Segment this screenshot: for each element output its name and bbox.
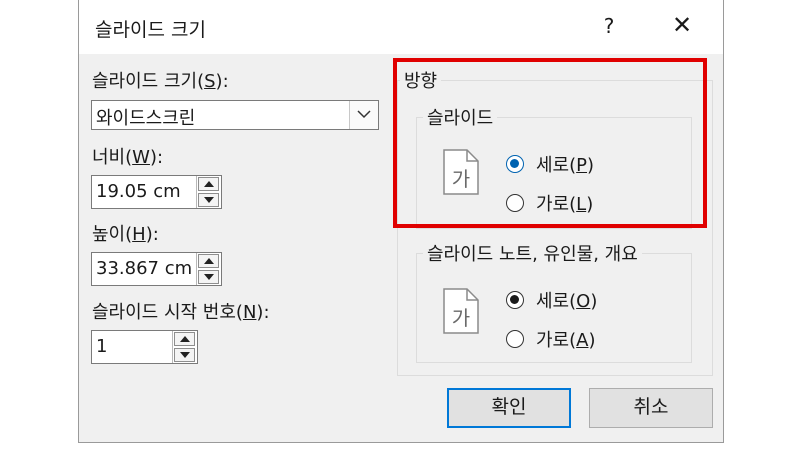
width-decrement-button[interactable] (198, 193, 219, 207)
cancel-button[interactable]: 취소 (589, 388, 713, 428)
notes-landscape-label[interactable]: 가로(A) (536, 326, 596, 352)
close-button[interactable]: ✕ (670, 13, 694, 38)
svg-text:가: 가 (452, 306, 470, 330)
chevron-down-icon[interactable] (349, 101, 378, 129)
portrait-page-icon: 가 (443, 288, 479, 334)
help-button[interactable]: ? (599, 14, 619, 38)
ok-button[interactable]: 확인 (447, 388, 571, 428)
height-spinner (196, 253, 221, 285)
notes-landscape-radio[interactable] (506, 330, 524, 348)
width-input[interactable]: 19.05 cm (91, 175, 222, 209)
dialog-title: 슬라이드 크기 (95, 19, 206, 41)
highlight-box (393, 58, 707, 228)
height-value: 33.867 cm (96, 258, 193, 279)
title-bar: 슬라이드 크기 ? ✕ (79, 0, 723, 54)
height-decrement-button[interactable] (198, 270, 219, 284)
slide-size-label: 슬라이드 크기(S): (92, 71, 229, 92)
notes-orientation-group: 슬라이드 노트, 유인물, 개요 가 세로(O) 가로(A) (416, 240, 692, 363)
slide-size-select[interactable]: 와이드스크린 (91, 100, 379, 130)
start-number-increment-button[interactable] (174, 332, 195, 346)
notes-portrait-label[interactable]: 세로(O) (536, 287, 597, 313)
width-spinner (196, 176, 221, 208)
height-label: 높이(H): (92, 224, 159, 245)
width-increment-button[interactable] (198, 177, 219, 191)
start-number-label: 슬라이드 시작 번호(N): (92, 302, 270, 323)
start-number-input[interactable]: 1 (91, 330, 198, 364)
height-input[interactable]: 33.867 cm (91, 252, 222, 286)
notes-orientation-title: 슬라이드 노트, 유인물, 개요 (423, 240, 642, 266)
start-number-decrement-button[interactable] (174, 348, 195, 362)
slide-size-value: 와이드스크린 (96, 108, 196, 129)
height-increment-button[interactable] (198, 254, 219, 268)
width-label: 너비(W): (92, 147, 164, 168)
start-number-spinner (172, 331, 197, 363)
notes-portrait-radio[interactable] (506, 291, 524, 309)
width-value: 19.05 cm (96, 181, 181, 202)
start-number-value: 1 (96, 336, 108, 357)
